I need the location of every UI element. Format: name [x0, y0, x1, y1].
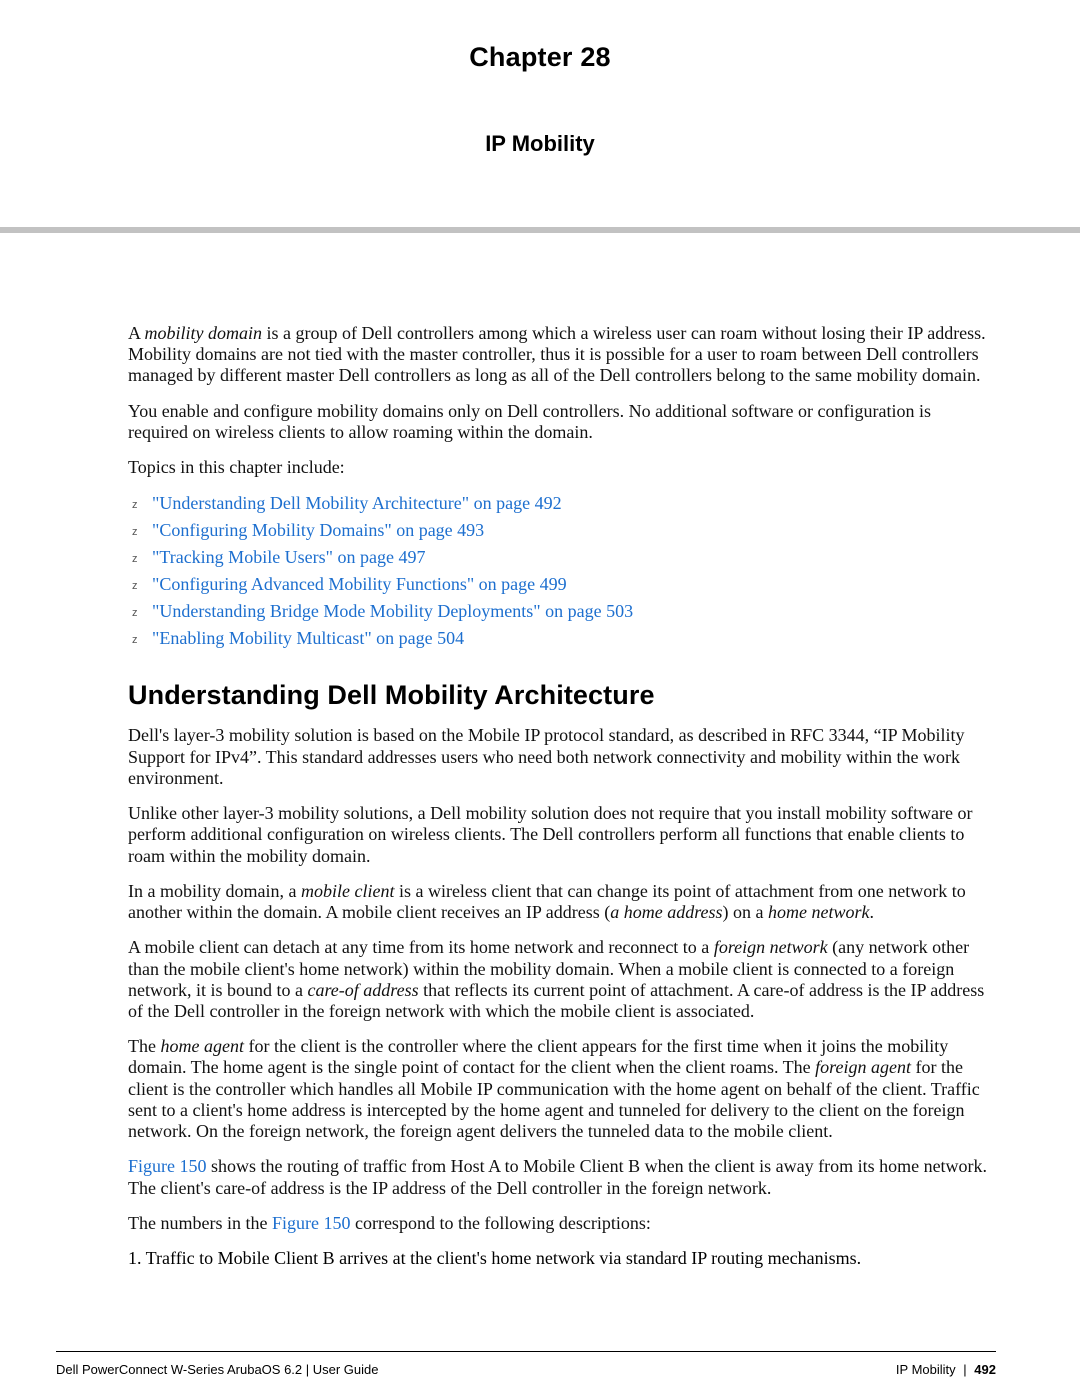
- section-heading: Understanding Dell Mobility Architecture: [128, 680, 992, 711]
- section-body: Dell's layer-3 mobility solution is base…: [128, 725, 992, 1269]
- topic-link[interactable]: "Understanding Bridge Mode Mobility Depl…: [152, 601, 633, 621]
- text: A: [128, 323, 145, 343]
- page-content: A mobility domain is a group of Dell con…: [0, 233, 1080, 1269]
- text: The numbers in the: [128, 1213, 272, 1233]
- chapter-header: Chapter 28 IP Mobility: [0, 0, 1080, 197]
- list-item: "Enabling Mobility Multicast" on page 50…: [128, 625, 992, 652]
- body-paragraph: Unlike other layer-3 mobility solutions,…: [128, 803, 992, 867]
- document-page: Chapter 28 IP Mobility A mobility domain…: [0, 0, 1080, 1397]
- figure-link[interactable]: Figure 150: [128, 1156, 207, 1176]
- body-paragraph: A mobile client can detach at any time f…: [128, 937, 992, 1022]
- page-number: 492: [974, 1362, 996, 1377]
- topics-list: "Understanding Dell Mobility Architectur…: [128, 490, 992, 652]
- term-home-agent: home agent: [160, 1036, 243, 1056]
- text: A mobile client can detach at any time f…: [128, 937, 714, 957]
- body-paragraph: The numbers in the Figure 150 correspond…: [128, 1213, 992, 1234]
- body-paragraph: Figure 150 shows the routing of traffic …: [128, 1156, 992, 1198]
- topic-link[interactable]: "Enabling Mobility Multicast" on page 50…: [152, 628, 464, 648]
- footer-sep: |: [963, 1362, 966, 1377]
- term-care-of-address: care-of address: [307, 980, 418, 1000]
- topic-link[interactable]: "Configuring Mobility Domains" on page 4…: [152, 520, 484, 540]
- text: ) on a: [723, 902, 768, 922]
- term-foreign-agent: foreign agent: [815, 1057, 911, 1077]
- footer-left: Dell PowerConnect W-Series ArubaOS 6.2 |…: [56, 1362, 379, 1377]
- chapter-number: Chapter 28: [0, 42, 1080, 73]
- body-paragraph: In a mobility domain, a mobile client is…: [128, 881, 992, 923]
- list-item: "Configuring Mobility Domains" on page 4…: [128, 517, 992, 544]
- term-mobile-client: mobile client: [301, 881, 394, 901]
- topic-link[interactable]: "Understanding Dell Mobility Architectur…: [152, 493, 562, 513]
- text: correspond to the following descriptions…: [350, 1213, 650, 1233]
- list-item: 1. Traffic to Mobile Client B arrives at…: [128, 1248, 992, 1269]
- chapter-subject: IP Mobility: [0, 131, 1080, 157]
- footer-section: IP Mobility: [896, 1362, 956, 1377]
- footer-inner: Dell PowerConnect W-Series ArubaOS 6.2 |…: [56, 1351, 996, 1377]
- topics-label: Topics in this chapter include:: [128, 457, 992, 478]
- list-item: "Understanding Bridge Mode Mobility Depl…: [128, 598, 992, 625]
- text: The: [128, 1036, 160, 1056]
- numbered-list: 1. Traffic to Mobile Client B arrives at…: [128, 1248, 992, 1269]
- figure-link[interactable]: Figure 150: [272, 1213, 351, 1233]
- list-item: "Tracking Mobile Users" on page 497: [128, 544, 992, 571]
- footer-right: IP Mobility | 492: [896, 1362, 996, 1377]
- text: shows the routing of traffic from Host A…: [128, 1156, 987, 1197]
- term-foreign-network: foreign network: [714, 937, 828, 957]
- term-mobility-domain: mobility domain: [145, 323, 263, 343]
- term-home-network: home network: [768, 902, 869, 922]
- body-paragraph: The home agent for the client is the con…: [128, 1036, 992, 1142]
- intro-paragraph-2: You enable and configure mobility domain…: [128, 401, 992, 443]
- text: In a mobility domain, a: [128, 881, 301, 901]
- topic-link[interactable]: "Configuring Advanced Mobility Functions…: [152, 574, 567, 594]
- list-item: "Configuring Advanced Mobility Functions…: [128, 571, 992, 598]
- page-footer: Dell PowerConnect W-Series ArubaOS 6.2 |…: [0, 1351, 1080, 1377]
- body-paragraph: Dell's layer-3 mobility solution is base…: [128, 725, 992, 789]
- topic-link[interactable]: "Tracking Mobile Users" on page 497: [152, 547, 426, 567]
- list-item: "Understanding Dell Mobility Architectur…: [128, 490, 992, 517]
- text: .: [870, 902, 875, 922]
- intro-paragraph-1: A mobility domain is a group of Dell con…: [128, 323, 992, 387]
- term-home-address: a home address: [610, 902, 722, 922]
